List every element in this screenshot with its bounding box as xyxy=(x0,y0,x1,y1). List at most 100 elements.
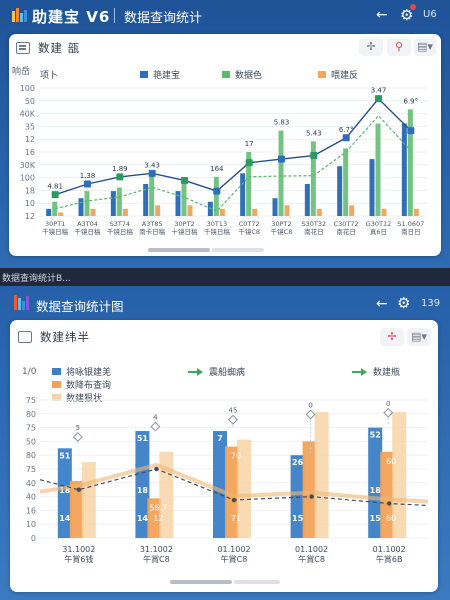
bar-1 xyxy=(290,455,305,538)
x-tick-label: S3T74 xyxy=(110,220,131,228)
x-tick-sublabel: 午賞6钱 xyxy=(64,554,93,564)
line-marker xyxy=(387,501,392,506)
data-label: 164 xyxy=(210,165,224,173)
line-marker xyxy=(231,497,237,503)
version-label: U6 xyxy=(423,9,437,20)
bar-3 xyxy=(316,208,322,216)
y-tick-label: 18 xyxy=(25,186,35,195)
x-tick-label: 30PT1 xyxy=(45,220,65,228)
y-tick-label: 30K xyxy=(20,161,36,170)
line-marker xyxy=(407,127,415,135)
x-tick-sublabel: 千镜日稿 xyxy=(42,227,69,236)
bar-label: 56.7 xyxy=(149,503,167,512)
bar-3 xyxy=(413,208,419,216)
line-marker xyxy=(245,159,253,167)
bar-1 xyxy=(213,431,227,538)
horizontal-scrollbar-thumb[interactable] xyxy=(148,248,210,252)
y-tick-label: 75 xyxy=(26,424,36,433)
line-marker xyxy=(278,155,285,163)
legend-item-series-1[interactable]: 将咏银建羌 xyxy=(52,365,111,378)
bar-3 xyxy=(81,462,96,538)
pin-tool-button[interactable]: ⚲ xyxy=(387,38,411,56)
bar-3 xyxy=(252,208,258,216)
y-tick-label: 10 xyxy=(26,520,36,529)
line-marker xyxy=(181,176,188,184)
back-arrow-icon[interactable]: ← xyxy=(376,296,388,312)
bar-3 xyxy=(381,208,387,216)
x-tick-sublabel: 十镜日稿 xyxy=(172,227,199,236)
y-tick-label: 16 xyxy=(26,506,36,515)
x-tick-label: 31.1002 xyxy=(140,545,173,554)
x-tick-label: 30PT2 xyxy=(174,220,194,228)
legend-label: 数建瓶 xyxy=(373,368,401,378)
y-tick-label: 100 xyxy=(20,174,35,183)
taskbar-item[interactable]: 数据查询统计B... xyxy=(2,271,71,284)
bar-3 xyxy=(155,205,161,216)
y-tick-label: 0 xyxy=(31,534,36,543)
bar-1 xyxy=(110,191,116,216)
bar-label: 15 xyxy=(370,514,382,523)
horizontal-scrollbar-track[interactable] xyxy=(234,580,280,584)
bar-1 xyxy=(272,198,278,216)
y-tick-label: 80 xyxy=(26,451,36,460)
back-arrow-icon[interactable]: ← xyxy=(376,7,388,23)
line-marker xyxy=(148,169,156,177)
x-tick-sublabel: 千镜日稿 xyxy=(204,227,231,236)
bar-label: 70 xyxy=(231,452,241,461)
horizontal-scrollbar-track[interactable] xyxy=(212,248,264,252)
bar-label: 15 xyxy=(292,514,304,523)
legend-item-line-2[interactable]: 数建瓶 xyxy=(352,365,400,378)
zoom-tool-button[interactable]: ✢ xyxy=(359,38,383,56)
top-label: 45 xyxy=(229,407,238,415)
bar-label: 18 xyxy=(137,486,149,495)
bar-label: 60 xyxy=(386,514,396,523)
export-menu-button[interactable]: ▤▾ xyxy=(414,38,436,56)
x-tick-label: 01.1002 xyxy=(373,545,406,554)
x-tick-label: 30PT2 xyxy=(271,220,291,228)
window-title: 数据查询统计图 xyxy=(36,299,124,314)
pin-tool-button[interactable]: ✢ xyxy=(380,328,404,346)
y-axis-unit: 1/0 xyxy=(22,367,37,377)
x-tick-label: 01.1002 xyxy=(295,545,328,554)
y-tick-label: 50 xyxy=(25,97,35,106)
line-marker xyxy=(213,187,221,195)
y-tick-label: 12 xyxy=(25,135,35,144)
x-tick-label: 30T13 xyxy=(207,220,228,228)
diamond-marker xyxy=(305,409,316,420)
data-label: 6.9° xyxy=(404,97,419,105)
legend-item-line-1[interactable]: 震船蜘病 xyxy=(188,365,245,378)
x-tick-label: G30T12 xyxy=(366,220,392,228)
x-tick-label: 01.1002 xyxy=(217,545,250,554)
gear-icon[interactable]: ⚙ xyxy=(397,294,410,312)
y-tick-label: 10 xyxy=(25,199,35,208)
line-marker xyxy=(310,152,318,160)
data-label: 1.89 xyxy=(112,165,128,173)
bar-2 xyxy=(84,191,90,216)
bar-label: 7 xyxy=(217,434,223,443)
legend-arrow-icon xyxy=(352,367,368,376)
bar-label: 26 xyxy=(292,458,304,467)
y-tick-label: 40 xyxy=(26,493,36,502)
horizontal-scrollbar-thumb[interactable] xyxy=(170,580,232,584)
line-marker xyxy=(51,191,59,199)
x-tick-sublabel: 南卡日稿 xyxy=(139,227,166,236)
line-marker xyxy=(154,466,159,472)
y-tick-label: 50 xyxy=(26,437,36,446)
bar-2 xyxy=(343,148,349,216)
x-tick-sublabel: 午賞C8 xyxy=(221,554,248,564)
bar-label: 14 xyxy=(137,514,149,523)
bar-3 xyxy=(284,205,290,216)
data-label: 4.81 xyxy=(47,183,63,191)
bar-2 xyxy=(407,109,413,216)
bar-3 xyxy=(159,451,174,538)
x-tick-label: A3T85 xyxy=(142,220,163,228)
x-tick-label: 31.1002 xyxy=(62,545,95,554)
line-marker xyxy=(375,95,382,103)
title-divider xyxy=(114,8,115,23)
bar-3 xyxy=(122,208,128,216)
x-tick-sublabel: 千镜C8 xyxy=(271,227,293,236)
x-tick-sublabel: 真6日 xyxy=(370,227,387,236)
export-menu-button[interactable]: ▤▾ xyxy=(407,328,431,346)
bar-2 xyxy=(278,130,284,216)
x-tick-sublabel: 千镜C8 xyxy=(238,227,260,236)
